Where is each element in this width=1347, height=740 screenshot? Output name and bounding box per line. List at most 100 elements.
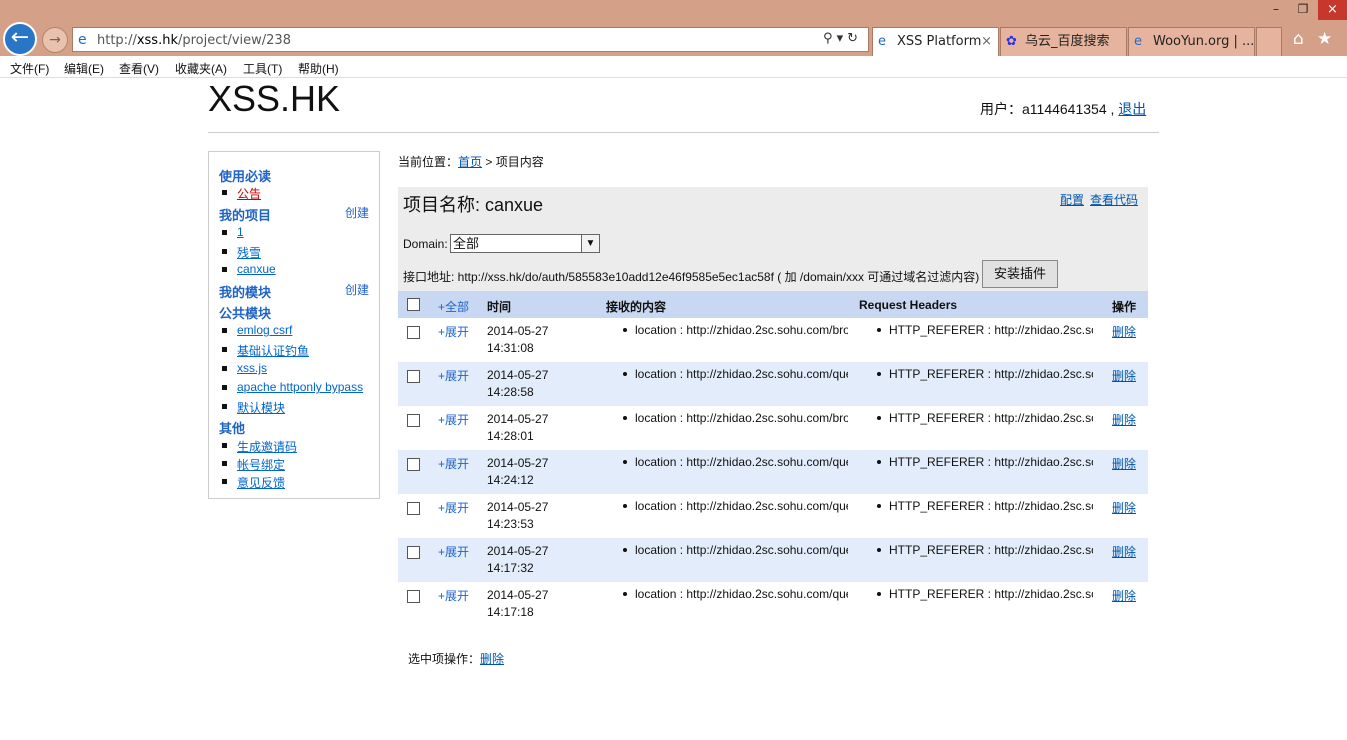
expand-link[interactable]: +展开 <box>438 455 469 472</box>
table-row: +展开 2014-05-27 14:17:32 location : http:/… <box>398 538 1148 582</box>
bullet <box>877 503 881 508</box>
row-headers-text: HTTP_REFERER : http://zhidao.2sc.soh <box>889 543 1093 557</box>
tab-xss-platform[interactable]: e XSS Platform × <box>872 27 999 56</box>
delete-link[interactable]: 删除 <box>1112 499 1136 516</box>
table-header: +全部 时间 接收的内容 Request Headers 操作 <box>398 291 1148 318</box>
row-checkbox[interactable] <box>407 414 420 427</box>
menu-help[interactable]: 帮助(H) <box>298 60 339 77</box>
expand-link[interactable]: +展开 <box>438 499 469 516</box>
breadcrumb-home-link[interactable]: 首页 <box>458 155 482 169</box>
dropdown-icon[interactable]: ▾ <box>837 31 848 46</box>
row-checkbox[interactable] <box>407 546 420 559</box>
home-icon[interactable]: ⌂ <box>1293 29 1304 49</box>
row-headers-text: HTTP_REFERER : http://zhidao.2sc.soh <box>889 411 1093 425</box>
tab-baidu-search[interactable]: ✿ 乌云_百度搜索 <box>1000 27 1127 56</box>
bullet <box>222 461 227 466</box>
bulk-actions: 选中项操作：删除 <box>408 650 504 667</box>
bullet <box>222 190 227 195</box>
bulk-delete-link[interactable]: 删除 <box>480 652 504 666</box>
restore-icon[interactable]: ❐ <box>1290 0 1316 20</box>
tab-wooyun[interactable]: e WooYun.org | ... <box>1128 27 1255 56</box>
breadcrumb-current: > 项目内容 <box>482 155 544 169</box>
back-arrow-icon[interactable]: ← <box>3 22 37 56</box>
expand-link[interactable]: +展开 <box>438 543 469 560</box>
view-code-link[interactable]: 查看代码 <box>1090 193 1138 207</box>
sidebar-item-apache-httponly-bypass[interactable]: apache httponly bypass <box>237 380 363 394</box>
menu-tools[interactable]: 工具(T) <box>243 60 282 77</box>
table-row: +展开 2014-05-27 14:23:53 location : http:/… <box>398 494 1148 538</box>
sidebar-item-project-canxue-cn[interactable]: 残雪 <box>237 244 261 261</box>
delete-link[interactable]: 删除 <box>1112 587 1136 604</box>
row-headers-text: HTTP_REFERER : http://zhidao.2sc.soh <box>889 455 1093 469</box>
address-bar[interactable]: e http://xss.hk/project/view/238 ⚲▾↻ <box>72 27 869 52</box>
create-module-link[interactable]: 创建 <box>345 281 369 298</box>
menu-favorites[interactable]: 收藏夹(A) <box>175 60 227 77</box>
row-checkbox[interactable] <box>407 590 420 603</box>
column-header-time: 时间 <box>487 300 512 314</box>
config-link[interactable]: 配置 <box>1060 193 1084 207</box>
delete-link[interactable]: 删除 <box>1112 455 1136 472</box>
domain-select[interactable]: 全部 ▼ <box>450 234 600 253</box>
sidebar-item-feedback[interactable]: 意见反馈 <box>237 474 285 491</box>
close-icon[interactable]: × <box>981 28 992 55</box>
row-clock: 14:17:18 <box>487 605 534 619</box>
breadcrumb-prefix: 当前位置： <box>398 155 459 169</box>
row-date: 2014-05-27 <box>487 588 549 602</box>
row-checkbox[interactable] <box>407 458 420 471</box>
menu-bar: 文件(F) 编辑(E) 查看(V) 收藏夹(A) 工具(T) 帮助(H) <box>0 56 1347 78</box>
bullet <box>222 366 227 371</box>
sidebar-item-invite-code[interactable]: 生成邀请码 <box>237 438 297 455</box>
bullet <box>222 230 227 235</box>
sidebar-item-emlog-csrf[interactable]: emlog csrf <box>237 323 292 337</box>
new-tab-button[interactable] <box>1256 27 1282 56</box>
row-clock: 14:28:01 <box>487 429 534 443</box>
favorites-star-icon[interactable]: ★ <box>1317 29 1332 49</box>
table-row: +展开 2014-05-27 14:28:01 location : http:/… <box>398 406 1148 450</box>
select-all-checkbox[interactable] <box>407 298 420 311</box>
delete-link[interactable]: 删除 <box>1112 543 1136 560</box>
create-project-link[interactable]: 创建 <box>345 204 369 221</box>
sidebar-item-xss-js[interactable]: xss.js <box>237 361 267 375</box>
row-checkbox[interactable] <box>407 326 420 339</box>
bullet <box>222 479 227 484</box>
forward-arrow-icon[interactable]: → <box>42 27 68 53</box>
expand-link[interactable]: +展开 <box>438 367 469 384</box>
expand-link[interactable]: +展开 <box>438 587 469 604</box>
menu-file[interactable]: 文件(F) <box>10 60 49 77</box>
tab-label: XSS Platform <box>897 34 982 49</box>
ie-logo-icon: e <box>78 32 87 48</box>
row-checkbox[interactable] <box>407 502 420 515</box>
delete-link[interactable]: 删除 <box>1112 367 1136 384</box>
window-close-icon[interactable]: × <box>1318 0 1347 20</box>
minimize-icon[interactable]: – <box>1264 0 1288 20</box>
delete-link[interactable]: 删除 <box>1112 411 1136 428</box>
expand-link[interactable]: +展开 <box>438 411 469 428</box>
api-address: 接口地址: http://xss.hk/do/auth/585583e10add… <box>403 270 980 284</box>
bullet <box>222 443 227 448</box>
delete-link[interactable]: 删除 <box>1112 323 1136 340</box>
sidebar-item-project-canxue[interactable]: canxue <box>237 262 276 276</box>
sidebar-item-basic-auth-phishing[interactable]: 基础认证钓鱼 <box>237 342 309 359</box>
expand-link[interactable]: +展开 <box>438 323 469 340</box>
sidebar-heading-my-projects: 我的项目 <box>219 208 272 223</box>
logout-link[interactable]: 退出 <box>1118 101 1146 117</box>
row-checkbox[interactable] <box>407 370 420 383</box>
menu-edit[interactable]: 编辑(E) <box>64 60 104 77</box>
address-tools[interactable]: ⚲▾↻ <box>823 31 862 46</box>
sidebar-item-project-1[interactable]: 1 <box>237 225 244 239</box>
sidebar-item-default-module[interactable]: 默认模块 <box>237 399 285 416</box>
row-time: 2014-05-27 14:23:53 <box>487 499 577 533</box>
expand-all-link[interactable]: +全部 <box>438 298 469 315</box>
sidebar-item-account-binding[interactable]: 帐号绑定 <box>237 456 285 473</box>
refresh-icon[interactable]: ↻ <box>847 31 862 46</box>
row-content: location : http://zhidao.2sc.sohu.com/qu… <box>623 499 848 513</box>
menu-view[interactable]: 查看(V) <box>119 60 159 77</box>
bullet <box>623 503 627 508</box>
search-icon[interactable]: ⚲ <box>823 31 837 46</box>
install-plugin-button[interactable]: 安装插件 <box>982 260 1058 288</box>
address-url: http://xss.hk/project/view/238 <box>97 33 291 48</box>
column-header-action: 操作 <box>1112 300 1137 314</box>
row-clock: 14:17:32 <box>487 561 534 575</box>
sidebar-item-announcement[interactable]: 公告 <box>237 185 261 202</box>
row-date: 2014-05-27 <box>487 324 549 338</box>
